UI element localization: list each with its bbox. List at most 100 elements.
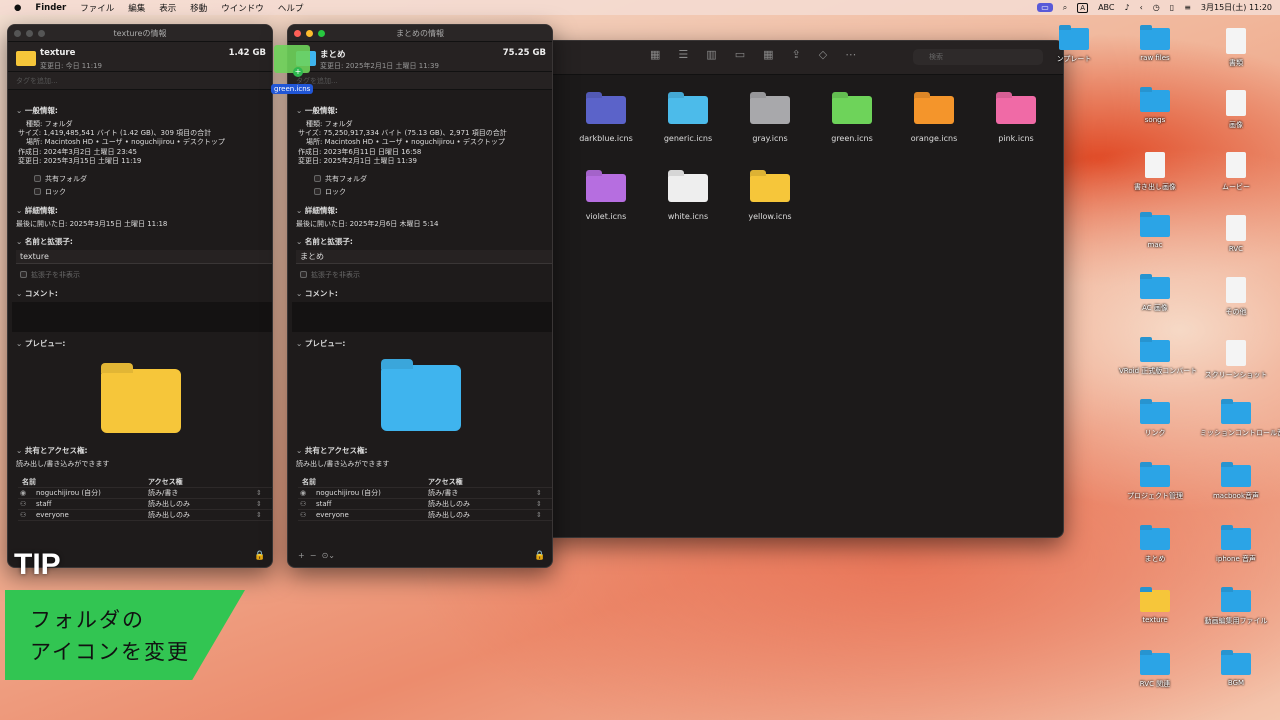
input-source-icon[interactable]: A xyxy=(1077,2,1089,13)
locked-checkbox[interactable]: ロック xyxy=(34,187,66,197)
desktop-item[interactable]: iphone 音声 xyxy=(1200,525,1272,564)
finder-item[interactable]: generic.icns xyxy=(652,90,724,143)
desktop-item[interactable]: VRoid 正式版コンバート xyxy=(1119,337,1197,376)
zoom-button[interactable] xyxy=(38,30,45,37)
column-view-icon[interactable]: ▥ xyxy=(706,48,716,61)
lock-icon[interactable]: 🔒 xyxy=(254,551,265,561)
apple-icon[interactable]: ● xyxy=(14,3,21,13)
permission-access[interactable]: 読み/書き xyxy=(148,488,178,499)
shared-folder-checkbox[interactable]: 共有フォルダ xyxy=(34,174,87,184)
control-center-icon[interactable]: ≡ xyxy=(1184,3,1191,12)
name-ext-section[interactable]: 名前と拡張子: xyxy=(296,236,353,247)
tags-input[interactable]: タグを追加... xyxy=(8,72,272,90)
battery-icon[interactable]: ▯ xyxy=(1170,3,1174,12)
finder-item[interactable]: gray.icns xyxy=(734,90,806,143)
desktop-item[interactable]: スクリーンショット xyxy=(1200,340,1272,380)
permission-row[interactable]: ⚇ everyone 読み出しのみ ⇕ xyxy=(298,510,552,521)
desktop-item[interactable]: まとめ xyxy=(1119,525,1191,564)
general-section[interactable]: 一般情報: xyxy=(16,105,58,116)
finder-item[interactable]: pink.icns xyxy=(980,90,1052,143)
music-icon[interactable]: ♪ xyxy=(1124,3,1129,12)
add-remove-action-buttons[interactable]: + − ⊙⌄ xyxy=(298,551,335,560)
permission-access[interactable]: 読み/書き xyxy=(428,488,458,499)
menu-edit[interactable]: 編集 xyxy=(128,2,145,14)
group-icon[interactable]: ▦ xyxy=(763,48,773,61)
menu-view[interactable]: 表示 xyxy=(159,2,176,14)
locked-checkbox[interactable]: ロック xyxy=(314,187,346,197)
preview-section[interactable]: プレビュー: xyxy=(16,338,66,349)
desktop-item[interactable]: macbook音声 xyxy=(1200,462,1272,501)
menu-clock[interactable]: 3月15日(土) 11:20 xyxy=(1201,2,1272,13)
name-ext-section[interactable]: 名前と拡張子: xyxy=(16,236,73,247)
stepper-icon[interactable]: ⇕ xyxy=(256,499,262,510)
desktop-item[interactable]: songs xyxy=(1119,87,1191,124)
stepper-icon[interactable]: ⇕ xyxy=(256,510,262,521)
desktop-item[interactable]: RVC xyxy=(1200,215,1272,253)
desktop-item[interactable]: BGM xyxy=(1200,650,1272,687)
zoom-button[interactable] xyxy=(318,30,325,37)
desktop-item[interactable]: リンク xyxy=(1119,399,1191,438)
tag-icon[interactable]: ◇ xyxy=(819,48,827,61)
close-button[interactable] xyxy=(14,30,21,37)
finder-item[interactable]: violet.icns xyxy=(570,168,642,221)
input-source-label[interactable]: ABC xyxy=(1098,3,1114,12)
tags-input[interactable]: タグを追加... xyxy=(288,72,552,90)
col-access[interactable]: アクセス権 xyxy=(428,477,463,488)
preview-section[interactable]: プレビュー: xyxy=(296,338,346,349)
permission-row[interactable]: ⚇ staff 読み出しのみ ⇕ xyxy=(18,499,272,510)
menu-help[interactable]: ヘルプ xyxy=(278,2,304,14)
comments-field[interactable] xyxy=(292,302,552,332)
permission-access[interactable]: 読み出しのみ xyxy=(428,499,470,510)
desktop-item[interactable]: raw files xyxy=(1119,25,1191,62)
more-info-section[interactable]: 詳細情報: xyxy=(296,205,338,216)
menu-app-finder[interactable]: Finder xyxy=(35,3,66,13)
permission-row[interactable]: ⚇ staff 読み出しのみ ⇕ xyxy=(298,499,552,510)
menu-file[interactable]: ファイル xyxy=(80,2,114,14)
col-name[interactable]: 名前 xyxy=(302,477,316,488)
desktop-item[interactable]: ミッションコントロール音声 xyxy=(1200,399,1280,438)
clock-icon[interactable]: ◷ xyxy=(1153,3,1160,12)
col-name[interactable]: 名前 xyxy=(22,477,36,488)
finder-item[interactable]: yellow.icns xyxy=(734,168,806,221)
sharing-section[interactable]: 共有とアクセス権: xyxy=(16,445,88,456)
desktop-item[interactable]: ンプレート xyxy=(1038,25,1110,64)
minimize-button[interactable] xyxy=(306,30,313,37)
stepper-icon[interactable]: ⇕ xyxy=(536,510,542,521)
desktop-item[interactable]: ムービー xyxy=(1200,152,1272,192)
search-input[interactable]: 検索 xyxy=(913,49,1043,65)
minimize-button[interactable] xyxy=(26,30,33,37)
comments-section[interactable]: コメント: xyxy=(296,288,338,299)
desktop-item[interactable]: 書き出し画像 xyxy=(1119,152,1191,192)
more-info-section[interactable]: 詳細情報: xyxy=(16,205,58,216)
permission-row[interactable]: ◉ noguchijirou (自分) 読み/書き ⇕ xyxy=(18,488,272,499)
search-icon[interactable]: ⌕ xyxy=(1063,3,1067,13)
permission-access[interactable]: 読み出しのみ xyxy=(428,510,470,521)
share-icon[interactable]: ⇪ xyxy=(792,48,801,61)
finder-item[interactable]: orange.icns xyxy=(898,90,970,143)
desktop-item[interactable]: 動画編集用ファイル xyxy=(1200,587,1272,626)
permission-row[interactable]: ⚇ everyone 読み出しのみ ⇕ xyxy=(18,510,272,521)
list-view-icon[interactable]: ☰ xyxy=(678,48,688,61)
hide-extension-checkbox[interactable]: 拡張子を非表示 xyxy=(20,270,80,280)
col-access[interactable]: アクセス権 xyxy=(148,477,183,488)
permission-access[interactable]: 読み出しのみ xyxy=(148,510,190,521)
close-button[interactable] xyxy=(294,30,301,37)
menu-window[interactable]: ウインドウ xyxy=(221,2,264,14)
finder-item[interactable]: white.icns xyxy=(652,168,724,221)
hide-extension-checkbox[interactable]: 拡張子を非表示 xyxy=(300,270,360,280)
stepper-icon[interactable]: ⇕ xyxy=(536,499,542,510)
desktop-item[interactable]: mac xyxy=(1119,212,1191,249)
desktop-item[interactable]: プロジェクト管理 xyxy=(1119,462,1191,501)
permission-access[interactable]: 読み出しのみ xyxy=(148,499,190,510)
chevron-left-icon[interactable]: ‹ xyxy=(1140,3,1143,12)
gallery-view-icon[interactable]: ▭ xyxy=(735,48,745,61)
general-section[interactable]: 一般情報: xyxy=(296,105,338,116)
desktop-item[interactable]: その他 xyxy=(1200,277,1272,317)
desktop-item[interactable]: RVC 関連 xyxy=(1119,650,1191,689)
menu-go[interactable]: 移動 xyxy=(190,2,207,14)
comments-section[interactable]: コメント: xyxy=(16,288,58,299)
name-field[interactable]: まとめ xyxy=(296,250,552,264)
finder-item[interactable]: green.icns xyxy=(816,90,888,143)
lock-icon[interactable]: 🔒 xyxy=(534,551,545,561)
icon-view-icon[interactable]: ▦ xyxy=(650,48,660,61)
